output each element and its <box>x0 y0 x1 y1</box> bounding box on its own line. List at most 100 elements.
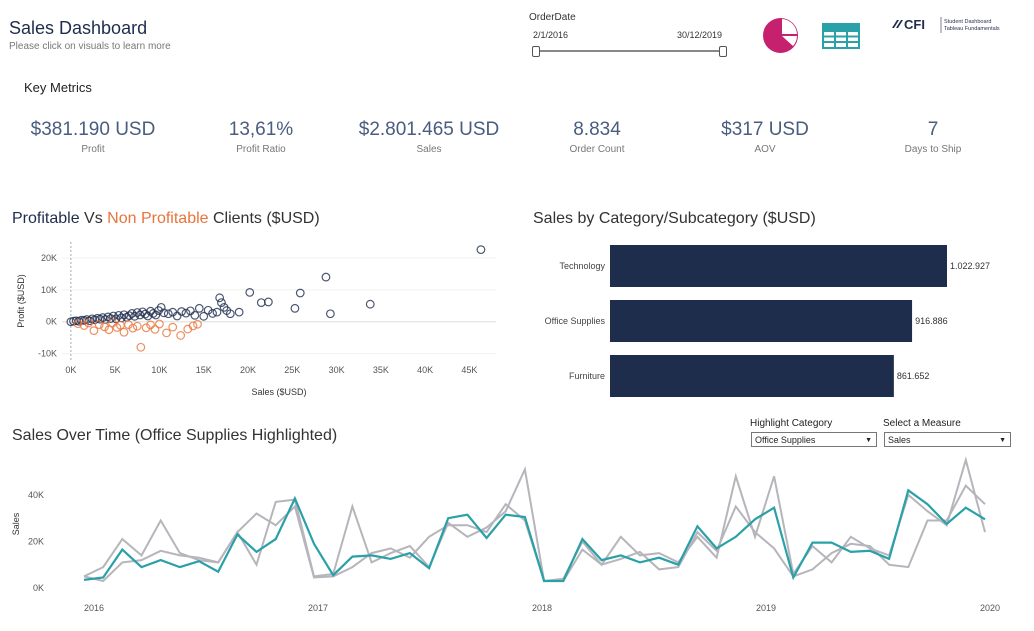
y-axis-label: Profit ($USD) <box>16 274 26 328</box>
profitable-point <box>234 307 244 317</box>
profitable-point <box>295 288 305 298</box>
chevron-down-icon: ▼ <box>999 437 1006 444</box>
scatter-title-clients: Clients ($USD) <box>208 210 320 227</box>
x-tick-label: 40K <box>417 365 433 375</box>
series-line <box>83 456 986 583</box>
logo-subtext-2: Tableau Fundamentals <box>944 26 1000 32</box>
x-axis-label: Sales ($USD) <box>251 387 306 397</box>
x-tick-label: 2018 <box>532 603 552 613</box>
metric-value: $381.190 USD <box>30 119 156 140</box>
series-line <box>83 483 986 583</box>
x-tick-label: 5K <box>110 365 121 375</box>
bar-value-label: 916.886 <box>915 316 948 326</box>
page-title: Sales Dashboard <box>9 18 148 38</box>
profitable-point <box>177 307 186 316</box>
profitable-point <box>256 298 266 307</box>
profitable-point <box>181 308 191 318</box>
pie-chart-icon[interactable] <box>762 17 799 54</box>
profitable-point <box>476 245 486 255</box>
y-tick-label: 10K <box>41 285 57 295</box>
line-chart-title: Sales Over Time (Office Supplies Highlig… <box>12 427 338 444</box>
metric-value: $317 USD <box>721 119 809 140</box>
select-measure-label: Select a Measure <box>883 418 961 429</box>
category-bar <box>610 355 894 397</box>
page-subtitle: Please click on visuals to learn more <box>9 41 171 52</box>
metric-value: 8.834 <box>573 119 621 140</box>
orderdate-start-value: 2/1/2016 <box>533 30 569 40</box>
cfi-logo: CFI Student Dashboard Tableau Fundamenta… <box>892 17 1000 33</box>
bar-value-label: 1.022.927 <box>950 261 990 271</box>
profitable-point <box>290 303 300 313</box>
orderdate-slider-track[interactable] <box>535 50 724 52</box>
metric-value: 13,61% <box>228 119 294 140</box>
metric-days-to-ship[interactable]: 7 Days to Ship <box>853 119 1013 155</box>
x-tick-label: 30K <box>329 365 345 375</box>
bar-value-label: 861.652 <box>897 371 930 381</box>
non-profitable-point <box>162 328 171 338</box>
profit-scatter-chart[interactable]: 20K 10K 0K -10K 0K 5K 10K 15K 20K 25K 30K 35K 40K 45K… <box>10 236 500 402</box>
x-tick-label: 15K <box>196 365 212 375</box>
highlighted-series-line <box>83 488 986 583</box>
bar-chart-title: Sales by Category/Subcategory ($USD) <box>533 210 816 227</box>
x-tick-label: 2017 <box>308 603 328 613</box>
chevron-down-icon: ▼ <box>865 437 872 444</box>
orderdate-end-value: 30/12/2019 <box>677 30 723 40</box>
profitable-point <box>163 309 173 319</box>
profitable-point <box>215 293 225 303</box>
non-profitable-point <box>176 331 186 340</box>
highlight-category-dropdown[interactable]: Office Supplies ▼ <box>751 432 877 447</box>
x-tick-label: 2016 <box>84 603 104 613</box>
x-tick-label: 2019 <box>756 603 776 613</box>
highlight-category-label: Highlight Category <box>750 418 833 429</box>
scatter-title: Profitable Vs Non Profitable Clients ($U… <box>12 210 320 228</box>
non-profitable-point <box>168 322 178 332</box>
metric-value: 7 <box>927 119 939 140</box>
scatter-title-vs: Vs <box>79 210 108 227</box>
category-bar-chart[interactable]: Technology 1.022.927 Office Supplies 916.88… <box>530 236 1020 402</box>
metric-label: Profit Ratio <box>236 144 286 155</box>
scatter-title-non-profitable: Non Profitable <box>107 210 209 227</box>
metric-aov[interactable]: $317 USD AOV <box>685 119 845 155</box>
metric-sales[interactable]: $2.801.465 USD Sales <box>349 119 509 155</box>
profitable-point <box>365 299 375 309</box>
metric-profit[interactable]: $381.190 USD Profit <box>13 119 173 155</box>
select-measure-value: Sales <box>888 435 911 445</box>
metric-profit-ratio[interactable]: 13,61% Profit Ratio <box>181 119 341 155</box>
orderdate-slider-start-handle[interactable] <box>532 46 540 57</box>
scatter-title-profitable: Profitable <box>12 210 80 227</box>
select-measure-dropdown[interactable]: Sales ▼ <box>884 432 1011 447</box>
profitable-point <box>194 303 204 313</box>
sales-over-time-line-chart[interactable]: 40K 20K 0K Sales 2016 2017 2018 2019 2020 <box>10 452 1024 627</box>
category-label: Technology <box>559 261 605 271</box>
x-tick-label: 35K <box>373 365 389 375</box>
profitable-point <box>325 309 335 319</box>
y-tick-label: -10K <box>38 349 57 359</box>
logo-text: CFI <box>904 17 925 32</box>
metric-order-count[interactable]: 8.834 Order Count <box>517 119 677 155</box>
orderdate-slider-end-handle[interactable] <box>719 46 727 57</box>
y-axis-label: Sales <box>11 512 21 535</box>
category-bar <box>610 300 913 342</box>
y-tick-label: 20K <box>28 536 44 546</box>
x-tick-label: 25K <box>284 365 300 375</box>
profitable-point <box>190 310 200 320</box>
table-icon[interactable] <box>822 23 860 49</box>
category-label: Office Supplies <box>545 316 606 326</box>
metric-value: $2.801.465 USD <box>358 119 500 140</box>
profitable-point <box>212 307 222 317</box>
profitable-point <box>321 272 331 282</box>
y-tick-label: 20K <box>41 253 57 263</box>
category-label: Furniture <box>569 371 605 381</box>
x-tick-label: 20K <box>240 365 256 375</box>
orderdate-filter-label: OrderDate <box>529 12 576 23</box>
metric-label: AOV <box>754 144 776 155</box>
x-tick-label: 0K <box>65 365 76 375</box>
logo-subtext-1: Student Dashboard <box>944 19 991 25</box>
non-profitable-point <box>132 321 142 331</box>
y-tick-label: 40K <box>28 490 44 500</box>
key-metrics-label: Key Metrics <box>24 80 92 95</box>
x-tick-label: 10K <box>151 365 167 375</box>
metric-label: Days to Ship <box>904 144 962 155</box>
non-profitable-point <box>136 342 146 352</box>
x-tick-label: 2020 <box>980 603 1000 613</box>
